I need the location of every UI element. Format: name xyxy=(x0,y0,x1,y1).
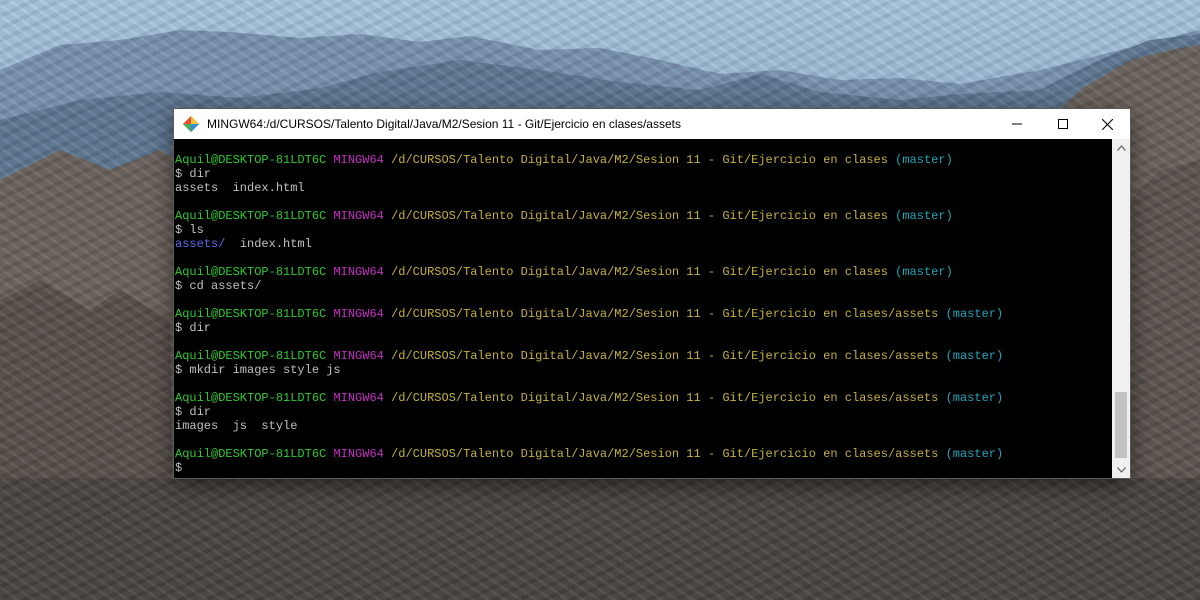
scrollbar-thumb[interactable] xyxy=(1115,392,1127,458)
command-line: $ dir xyxy=(175,405,1112,419)
prompt-shell: MINGW64 xyxy=(333,447,384,461)
prompt-path: /d/CURSOS/Talento Digital/Java/M2/Sesion… xyxy=(391,209,888,223)
output-text: assets index.html xyxy=(175,181,305,195)
command-output: images js style xyxy=(175,419,1112,433)
prompt-shell: MINGW64 xyxy=(333,307,384,321)
scroll-down-button[interactable] xyxy=(1112,461,1130,478)
command-text: $ xyxy=(175,461,183,475)
prompt-shell: MINGW64 xyxy=(333,209,384,223)
vertical-scrollbar[interactable] xyxy=(1112,139,1130,478)
title-bar[interactable]: MINGW64:/d/CURSOS/Talento Digital/Java/M… xyxy=(174,109,1130,139)
prompt-branch: (master) xyxy=(945,349,1004,363)
close-button[interactable] xyxy=(1084,109,1130,139)
prompt-path: /d/CURSOS/Talento Digital/Java/M2/Sesion… xyxy=(391,307,939,321)
prompt-line: Aquil@DESKTOP-81LDT6C MINGW64 /d/CURSOS/… xyxy=(175,209,1112,223)
scroll-up-button[interactable] xyxy=(1112,139,1130,156)
command-text: $ dir xyxy=(175,405,212,419)
prompt-branch: (master) xyxy=(895,209,953,223)
scroll-up-arrow-icon xyxy=(1116,144,1126,151)
prompt-branch: (master) xyxy=(895,265,953,279)
prompt-line: Aquil@DESKTOP-81LDT6C MINGW64 /d/CURSOS/… xyxy=(175,391,1112,405)
output-directory: assets/ xyxy=(175,237,226,251)
maximize-button[interactable] xyxy=(1040,109,1086,139)
command-line: $ ls xyxy=(175,223,1112,237)
command-text: $ dir xyxy=(175,167,212,181)
command-line: $ mkdir images style js xyxy=(175,363,1112,377)
prompt-user-host: Aquil@DESKTOP-81LDT6C xyxy=(175,307,327,321)
prompt-user-host: Aquil@DESKTOP-81LDT6C xyxy=(175,265,327,279)
prompt-user-host: Aquil@DESKTOP-81LDT6C xyxy=(175,153,327,167)
command-line: $ dir xyxy=(175,167,1112,181)
prompt-line: Aquil@DESKTOP-81LDT6C MINGW64 /d/CURSOS/… xyxy=(175,307,1112,321)
prompt-user-host: Aquil@DESKTOP-81LDT6C xyxy=(175,447,327,461)
prompt-line: Aquil@DESKTOP-81LDT6C MINGW64 /d/CURSOS/… xyxy=(175,447,1112,461)
prompt-user-host: Aquil@DESKTOP-81LDT6C xyxy=(175,391,327,405)
prompt-path: /d/CURSOS/Talento Digital/Java/M2/Sesion… xyxy=(391,447,939,461)
command-output: assets/ index.html xyxy=(175,237,1112,251)
output-text: images js style xyxy=(175,419,298,433)
close-icon xyxy=(1101,118,1113,130)
command-text: $ dir xyxy=(175,321,212,335)
command-text: $ ls xyxy=(175,223,204,237)
maximize-icon xyxy=(1058,119,1068,129)
minimize-button[interactable] xyxy=(994,109,1040,139)
prompt-path: /d/CURSOS/Talento Digital/Java/M2/Sesion… xyxy=(391,391,939,405)
prompt-shell: MINGW64 xyxy=(333,153,384,167)
git-bash-icon xyxy=(183,116,199,132)
prompt-branch: (master) xyxy=(945,447,1004,461)
prompt-path: /d/CURSOS/Talento Digital/Java/M2/Sesion… xyxy=(391,265,888,279)
prompt-user-host: Aquil@DESKTOP-81LDT6C xyxy=(175,209,327,223)
prompt-line: Aquil@DESKTOP-81LDT6C MINGW64 /d/CURSOS/… xyxy=(175,349,1112,363)
prompt-line: Aquil@DESKTOP-81LDT6C MINGW64 /d/CURSOS/… xyxy=(175,153,1112,167)
prompt-path: /d/CURSOS/Talento Digital/Java/M2/Sesion… xyxy=(391,349,939,363)
terminal-window[interactable]: MINGW64:/d/CURSOS/Talento Digital/Java/M… xyxy=(174,109,1130,478)
prompt-branch: (master) xyxy=(945,391,1004,405)
prompt-path: /d/CURSOS/Talento Digital/Java/M2/Sesion… xyxy=(391,153,888,167)
command-line: $ dir xyxy=(175,321,1112,335)
prompt-line: Aquil@DESKTOP-81LDT6C MINGW64 /d/CURSOS/… xyxy=(175,265,1112,279)
prompt-shell: MINGW64 xyxy=(333,349,384,363)
prompt-branch: (master) xyxy=(895,153,953,167)
prompt-shell: MINGW64 xyxy=(333,391,384,405)
prompt-shell: MINGW64 xyxy=(333,265,384,279)
command-line: $ xyxy=(175,461,1112,475)
terminal-output[interactable]: Aquil@DESKTOP-81LDT6C MINGW64 /d/CURSOS/… xyxy=(174,139,1112,478)
window-title: MINGW64:/d/CURSOS/Talento Digital/Java/M… xyxy=(207,117,681,131)
command-line: $ cd assets/ xyxy=(175,279,1112,293)
minimize-icon xyxy=(1012,123,1022,125)
command-text: $ mkdir images style js xyxy=(175,363,341,377)
scroll-down-arrow-icon xyxy=(1116,466,1126,473)
command-text: $ cd assets/ xyxy=(175,279,262,293)
output-text: index.html xyxy=(225,237,312,251)
prompt-user-host: Aquil@DESKTOP-81LDT6C xyxy=(175,349,327,363)
prompt-branch: (master) xyxy=(945,307,1004,321)
command-output: assets index.html xyxy=(175,181,1112,195)
